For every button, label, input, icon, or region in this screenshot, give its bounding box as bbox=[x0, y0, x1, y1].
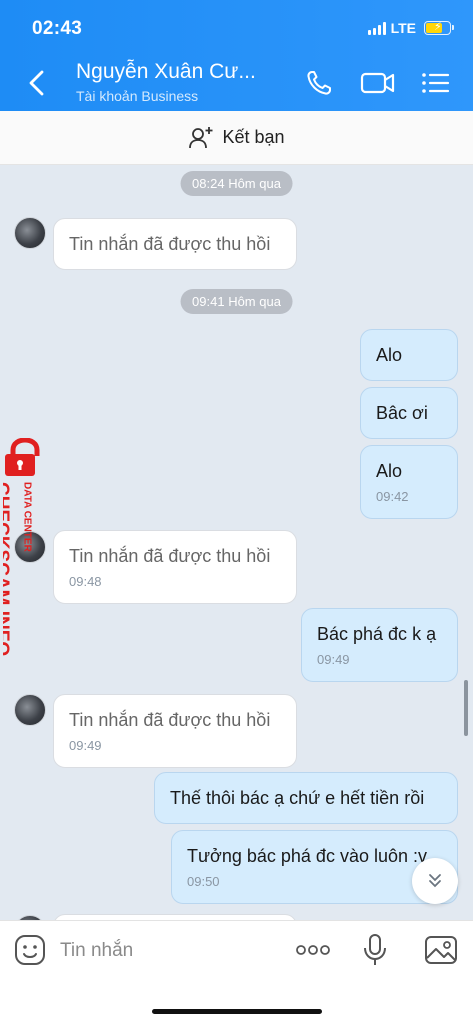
contact-name[interactable]: Nguyễn Xuân Cư... bbox=[76, 60, 256, 84]
add-user-icon bbox=[189, 126, 213, 148]
home-indicator[interactable] bbox=[152, 1009, 322, 1014]
message-list[interactable]: 08:24 Hôm qua Tin nhắn đã được thu hồi 0… bbox=[0, 165, 473, 920]
message-time: 09:50 bbox=[187, 874, 220, 889]
message-text: Bác phá đc k ạ bbox=[317, 624, 437, 644]
message-time: 09:49 bbox=[69, 738, 102, 753]
message-bubble-out[interactable]: Thế thôi bác ạ chứ e hết tiền rồi bbox=[154, 772, 458, 824]
chevron-left-icon bbox=[29, 70, 44, 96]
message-text: Tưởng bác phá đc vào luôn :v bbox=[187, 846, 427, 866]
status-indicators: LTE ⚡ bbox=[367, 20, 454, 36]
avatar[interactable] bbox=[14, 217, 46, 249]
list-menu-icon bbox=[422, 73, 450, 93]
message-text: Tin nhắn đã được thu hồi bbox=[69, 234, 271, 254]
message-time: 09:49 bbox=[317, 652, 350, 667]
message-bubble-in[interactable]: Tin nhắn đã được thu hồi 09:49 bbox=[53, 694, 297, 768]
date-separator: 09:41 Hôm qua bbox=[180, 289, 293, 314]
chat-header: 02:43 LTE ⚡ Nguyễn Xuân Cư... Tài khoản … bbox=[0, 0, 473, 111]
message-bubble-out[interactable]: Bâc ơi bbox=[360, 387, 458, 439]
more-button[interactable] bbox=[296, 940, 330, 965]
video-call-button[interactable] bbox=[360, 68, 396, 98]
watermark: CHECKSCAM.INFO DATA CENTER bbox=[0, 437, 51, 668]
chat-scrollbar[interactable] bbox=[464, 680, 468, 736]
status-time: 02:43 bbox=[32, 18, 83, 39]
message-text: Tin nhắn đã được thu hồi bbox=[69, 710, 271, 730]
gallery-button[interactable] bbox=[424, 935, 458, 970]
double-chevron-down-icon bbox=[429, 874, 441, 888]
scroll-to-bottom-button[interactable] bbox=[412, 858, 458, 904]
signal-icon bbox=[367, 21, 386, 35]
message-text: Alo bbox=[376, 461, 403, 481]
message-time: 09:42 bbox=[376, 489, 409, 504]
message-bubble-in[interactable]: Tin nhắn đã được thu hồi 09:48 bbox=[53, 530, 297, 604]
message-time: 09:48 bbox=[69, 574, 102, 589]
message-bubble-out[interactable]: Bác phá đc k ạ 09:49 bbox=[301, 608, 458, 682]
message-input[interactable]: Tin nhắn bbox=[60, 940, 133, 962]
account-type: Tài khoản Business bbox=[76, 88, 199, 104]
avatar[interactable] bbox=[14, 694, 46, 726]
video-icon bbox=[360, 72, 395, 94]
message-bubble-out[interactable]: Alo 09:42 bbox=[360, 445, 458, 519]
message-text: Thế thôi bác ạ chứ e hết tiền rồi bbox=[170, 788, 425, 808]
image-icon bbox=[425, 936, 457, 964]
watermark-title: CHECKSCAM.INFO bbox=[3, 482, 12, 656]
battery-icon: ⚡ bbox=[424, 21, 454, 35]
more-dots-icon bbox=[296, 945, 330, 955]
lock-icon bbox=[5, 437, 40, 476]
voice-button[interactable] bbox=[362, 933, 388, 972]
watermark-subtitle: DATA CENTER bbox=[22, 482, 33, 553]
network-label: LTE bbox=[390, 20, 416, 36]
phone-icon bbox=[307, 71, 331, 95]
emoji-icon bbox=[15, 935, 45, 965]
date-separator: 08:24 Hôm qua bbox=[180, 171, 293, 196]
add-friend-label: Kết bạn bbox=[222, 127, 285, 147]
add-friend-button[interactable]: Kết bạn bbox=[0, 111, 473, 165]
message-text: Bâc ơi bbox=[376, 403, 428, 423]
microphone-icon bbox=[364, 934, 386, 965]
message-bubble-out[interactable]: Alo bbox=[360, 329, 458, 381]
chat-options-button[interactable] bbox=[420, 68, 452, 98]
call-button[interactable] bbox=[304, 68, 336, 98]
emoji-button[interactable] bbox=[14, 934, 46, 971]
message-text: Tin nhắn đã được thu hồi bbox=[69, 546, 271, 566]
back-button[interactable] bbox=[24, 66, 52, 100]
message-text: Alo bbox=[376, 345, 403, 365]
message-bubble-in[interactable]: Tin nhắn đã được thu hồi bbox=[53, 218, 297, 270]
